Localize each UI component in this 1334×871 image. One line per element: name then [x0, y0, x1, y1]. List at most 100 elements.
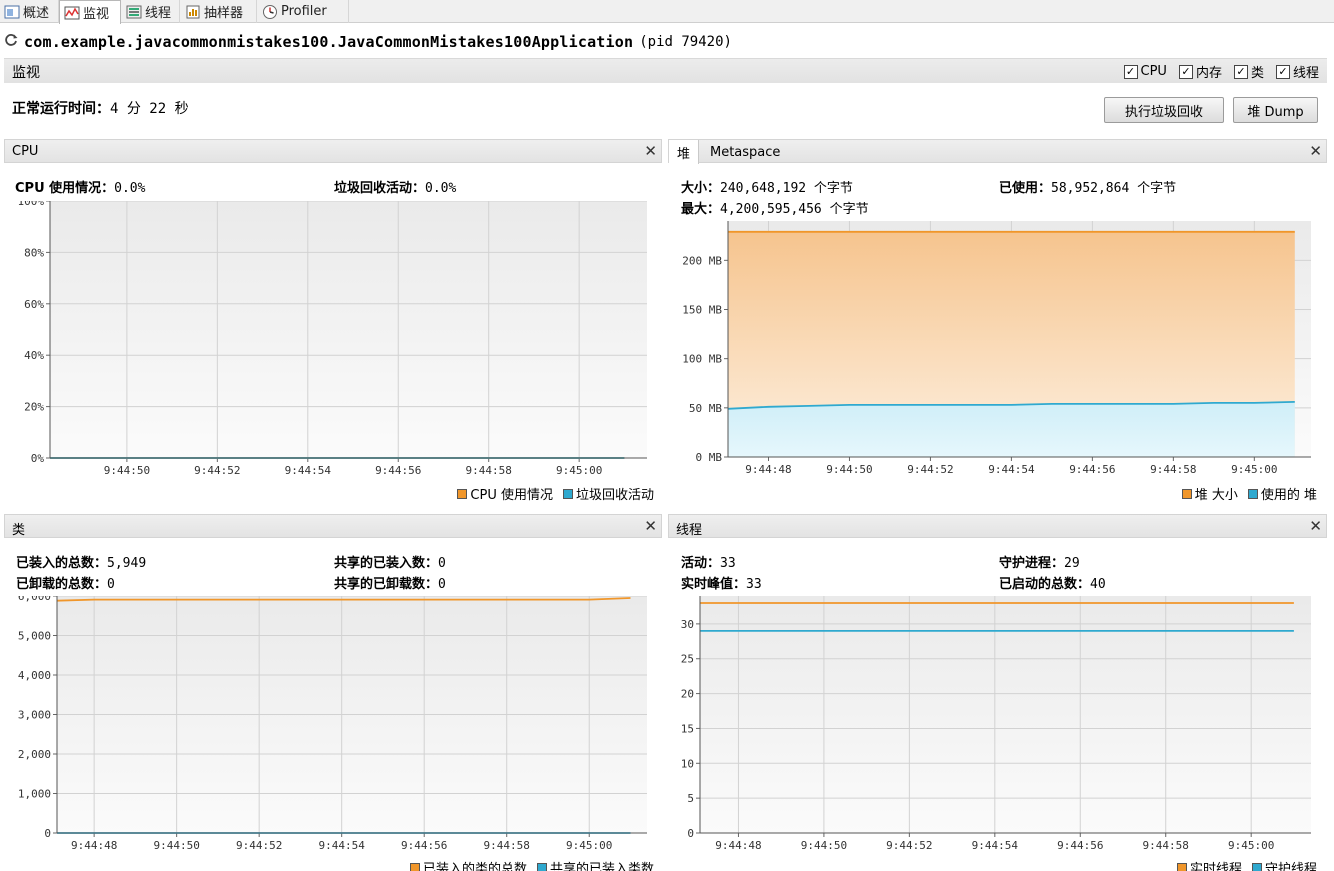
y-tick-label: 0 — [687, 827, 694, 840]
y-tick-label: 0% — [31, 452, 45, 465]
toggle-memory[interactable]: ✓ 内存 — [1178, 62, 1222, 81]
y-tick-label: 30 — [681, 618, 694, 631]
tab-threads[interactable]: 线程 — [122, 0, 180, 23]
x-tick-label: 9:45:00 — [566, 839, 612, 852]
x-tick-label: 9:44:48 — [745, 463, 791, 476]
toggle-cpu[interactable]: ✓ CPU — [1123, 62, 1167, 81]
perform-gc-button[interactable]: 执行垃圾回收 — [1104, 97, 1224, 123]
legend-item: 使用的 堆 — [1247, 484, 1317, 503]
x-tick-label: 9:44:48 — [71, 839, 117, 852]
x-tick-label: 9:44:52 — [907, 463, 953, 476]
legend-item: 堆 大小 — [1181, 484, 1238, 503]
tab-overview[interactable]: 概述 — [0, 0, 59, 23]
app-title: com.example.javacommonmistakes100.JavaCo… — [4, 33, 732, 51]
x-tick-label: 9:44:52 — [886, 839, 932, 852]
panel-title: CPU — [12, 144, 39, 159]
toggle-classes[interactable]: ✓ 类 — [1233, 62, 1264, 81]
y-tick-label: 150 MB — [682, 304, 722, 317]
panel-header: CPU ✕ — [4, 139, 662, 163]
heap-dump-button[interactable]: 堆 Dump — [1233, 97, 1318, 123]
x-tick-label: 9:44:50 — [104, 464, 150, 477]
heap-used-stat: 已使用：58,952,864 个字节 — [999, 181, 1177, 196]
x-tick-label: 9:44:58 — [1150, 463, 1196, 476]
uptime-label: 正常运行时间： — [12, 101, 110, 117]
close-icon[interactable]: ✕ — [1309, 517, 1322, 535]
x-tick-label: 9:44:56 — [1057, 839, 1103, 852]
legend-swatch — [562, 488, 573, 499]
x-tick-label: 9:44:50 — [153, 839, 199, 852]
sampler-icon — [185, 4, 201, 20]
x-tick-label: 9:44:56 — [1069, 463, 1115, 476]
heap-chart: 0 MB 50 MB 100 MB 150 MB 200 MB 9:44:48 9:44:5… — [682, 221, 1311, 476]
panel-header: 堆 Metaspace ✕ — [668, 139, 1327, 164]
legend-swatch — [1176, 862, 1187, 871]
tab-label: 线程 — [145, 6, 172, 21]
threads-icon — [126, 4, 142, 20]
legend-item: CPU 使用情况 — [457, 484, 553, 503]
x-tick-label: 9:45:00 — [1228, 839, 1274, 852]
daemon-threads-stat: 守护进程：29 — [999, 556, 1080, 571]
tab-monitor[interactable]: 监视 — [59, 0, 121, 24]
x-tick-label: 9:44:52 — [194, 464, 240, 477]
y-tick-label: 0 MB — [696, 451, 723, 464]
legend-item: 已装入的类的总数 — [409, 858, 527, 871]
tab-profiler[interactable]: Profiler — [258, 0, 349, 23]
x-tick-label: 9:44:58 — [1143, 839, 1189, 852]
legend-swatch — [536, 862, 547, 871]
y-tick-label: 100 MB — [682, 353, 722, 366]
gc-activity-stat: 垃圾回收活动：0.0% — [334, 181, 457, 196]
legend-swatch — [457, 488, 468, 499]
legend-item: 守护线程 — [1251, 858, 1317, 871]
panel-title: 类 — [12, 523, 26, 538]
toggle-label: 线程 — [1292, 66, 1319, 81]
loaded-classes-stat: 已装入的总数：5,949 — [16, 556, 147, 571]
y-tick-label: 2,000 — [18, 748, 51, 761]
tab-sampler[interactable]: 抽样器 — [181, 0, 257, 23]
threads-panel: 线程 ✕ 活动：33 守护进程：29 实时峰值：33 已启动的总数：40 0 5 1… — [668, 514, 1327, 871]
heap-panel: 堆 Metaspace ✕ 大小：240,648,192 个字节 已使用：58,… — [668, 139, 1327, 507]
monitor-section-header: 监视 ✓ CPU ✓ 内存 ✓ 类 ✓ 线程 — [4, 58, 1327, 83]
y-tick-label: 80% — [24, 246, 44, 259]
x-tick-label: 9:44:58 — [484, 839, 530, 852]
tab-label: Profiler — [281, 4, 327, 19]
legend-item: 垃圾回收活动 — [562, 484, 654, 503]
checkbox-checked-icon[interactable]: ✓ — [1233, 64, 1248, 79]
y-tick-label: 40% — [24, 349, 44, 362]
classes-panel: 类 ✕ 已装入的总数：5,949 共享的已装入数：0 已卸载的总数：0 共享的已… — [4, 514, 662, 871]
legend-swatch — [1251, 862, 1262, 871]
section-title: 监视 — [12, 65, 40, 81]
close-icon[interactable]: ✕ — [1309, 142, 1322, 160]
app-pid: (pid 79420) — [639, 34, 732, 50]
tab-label: 概述 — [23, 6, 50, 21]
y-tick-label: 10 — [681, 757, 694, 770]
y-tick-label: 0 — [44, 827, 51, 840]
y-tick-label: 5,000 — [18, 630, 51, 643]
tab-metaspace[interactable]: Metaspace — [702, 140, 788, 164]
shared-loaded-stat: 共享的已装入数：0 — [334, 556, 446, 571]
y-tick-label: 20% — [24, 401, 44, 414]
tab-label: 抽样器 — [204, 6, 244, 21]
y-tick-label: 100% — [18, 201, 45, 208]
profiler-icon — [262, 4, 278, 20]
y-tick-label: 60% — [24, 298, 44, 311]
refresh-icon — [4, 33, 18, 51]
heap-size-stat: 大小：240,648,192 个字节 — [681, 181, 853, 196]
legend-swatch — [1247, 488, 1258, 499]
close-icon[interactable]: ✕ — [644, 142, 657, 160]
heap-legend: 堆 大小 使用的 堆 — [1181, 484, 1317, 503]
chart-toggles: ✓ CPU ✓ 内存 ✓ 类 ✓ 线程 — [1123, 62, 1319, 81]
live-threads-stat: 活动：33 — [681, 556, 736, 571]
tab-bar: 概述 监视 线程 抽样器 Profiler — [0, 0, 1334, 24]
y-tick-label: 50 MB — [689, 402, 722, 415]
checkbox-checked-icon[interactable]: ✓ — [1123, 64, 1138, 79]
y-tick-label: 5 — [687, 792, 694, 805]
close-icon[interactable]: ✕ — [644, 517, 657, 535]
toggle-threads[interactable]: ✓ 线程 — [1275, 62, 1319, 81]
checkbox-checked-icon[interactable]: ✓ — [1275, 64, 1290, 79]
peak-threads-stat: 实时峰值：33 — [681, 577, 762, 592]
checkbox-checked-icon[interactable]: ✓ — [1178, 64, 1193, 79]
toggle-label: CPU — [1140, 64, 1167, 79]
tab-heap[interactable]: 堆 — [669, 140, 700, 164]
cpu-chart: 0% 20% 40% 60% 80% 100% 9:44:50 9:44:52 9:44:54 9… — [18, 201, 647, 477]
plot-area — [50, 201, 647, 458]
